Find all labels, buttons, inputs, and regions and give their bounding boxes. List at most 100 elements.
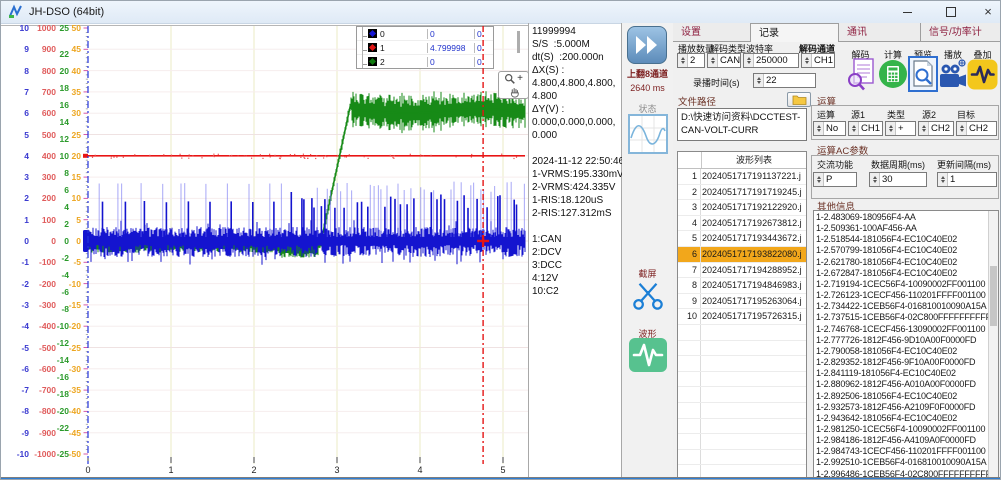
wave-row-filename: 2024051717194846983.j [701, 278, 806, 293]
tab-settings[interactable]: 设置 [673, 23, 751, 42]
status-waveform-thumbnail[interactable] [628, 114, 668, 154]
axis-tick-label: 8 [56, 168, 69, 178]
axis-tick-label: -1 [1, 257, 29, 267]
axis-tick-label: 0 [56, 236, 69, 246]
wave-list-row[interactable]: 72024051717194288952.j [678, 263, 806, 279]
play-count-spinner[interactable]: 2 [677, 53, 705, 68]
axis-tick-label: 25 [67, 130, 81, 140]
axis-tick-label: 5 [67, 215, 81, 225]
sine-thumbnail-icon [630, 116, 666, 152]
wave-list-row[interactable]: 92024051717195263064.j [678, 294, 806, 310]
wave-list-title: 波形列表 [702, 152, 806, 168]
ac-period-spinner[interactable]: 30 [869, 172, 927, 187]
wave-list-row[interactable]: 62024051717193822080.j [678, 247, 806, 263]
tab-record[interactable]: 记录 [751, 23, 839, 42]
axis-tick-label: 15 [67, 172, 81, 182]
wave-list[interactable]: 波形列表12024051717191137221.j22024051717191… [677, 151, 807, 478]
record-time-spinner[interactable]: 22 [753, 73, 816, 88]
op-header: 源2 [922, 108, 936, 121]
file-path-field[interactable]: D:\快速访问资料\DCCTEST-CAN-VOLT-CURR [677, 108, 807, 141]
wave-list-row[interactable]: 22024051717191719245.j [678, 185, 806, 201]
wave-row-filename: 2024051717194288952.j [701, 263, 806, 278]
zoom-tool[interactable]: + [504, 72, 523, 85]
waveform-icon [629, 338, 667, 372]
op-type-spinner[interactable]: + [885, 121, 916, 136]
axis-tick-label: 800 [29, 66, 56, 76]
screenshot-button[interactable] [631, 279, 665, 316]
page-up-channels-button[interactable] [627, 26, 667, 64]
wave-list-row[interactable]: 12024051717191137221.j [678, 169, 806, 185]
op-target-spinner[interactable]: CH2 [956, 121, 997, 136]
calculate-button[interactable] [878, 56, 908, 92]
info-line: 10:C2 [532, 285, 620, 298]
tab-communication[interactable]: 通讯 [839, 23, 921, 42]
axis-tick-label: 7 [1, 87, 29, 97]
spinner-arrows-icon[interactable] [919, 122, 929, 135]
axis-tick-label: 10 [56, 151, 69, 161]
play-button[interactable] [938, 56, 968, 92]
spinner-arrows-icon[interactable] [870, 173, 880, 186]
spinner-arrows-icon[interactable] [814, 122, 824, 135]
axis-tick-label: 22 [56, 49, 69, 59]
wave-list-row[interactable]: 82024051717194846983.j [678, 278, 806, 294]
wave-row-index: 7 [678, 263, 701, 278]
spinner-arrows-icon[interactable] [957, 122, 967, 135]
decode-type-spinner[interactable]: CAN [707, 53, 741, 68]
op-header: 类型 [887, 108, 905, 121]
ac-function-spinner[interactable]: P [813, 172, 857, 187]
wave-list-row[interactable]: 32024051717192122920.j [678, 200, 806, 216]
axis-tick-label: 1 [1, 215, 29, 225]
spinner-arrows-icon[interactable] [744, 54, 754, 67]
spinner-arrows-icon[interactable] [708, 54, 718, 67]
wave-list-empty-row [678, 372, 806, 388]
overlay-button[interactable] [967, 56, 998, 92]
tree-branch-icon [362, 30, 367, 37]
tab-communication-label: 通讯 [847, 27, 867, 38]
legend-scrollbar[interactable] [517, 31, 520, 53]
axis-tick-label: -700 [29, 385, 56, 395]
pan-tool[interactable] [508, 85, 520, 98]
spinner-arrows-icon[interactable] [802, 54, 812, 67]
waveform-button[interactable] [629, 338, 667, 372]
other-info-scrollbar[interactable] [988, 211, 998, 477]
wave-list-row[interactable]: 102024051717195726315.j [678, 309, 806, 325]
op-source1-spinner[interactable]: CH1 [848, 121, 883, 136]
tab-signal-power[interactable]: 信号/功率计 [921, 23, 1001, 42]
wave-row-filename: 2024051717192122920.j [701, 200, 806, 215]
spinner-arrows-icon[interactable] [678, 54, 688, 67]
other-info-line: 1-2.829352-1812F456-9F10A00F0000FD [816, 357, 988, 368]
ac-interval-spinner[interactable]: 1 [937, 172, 997, 187]
info-line: 3:DCC [532, 259, 620, 272]
minimize-button[interactable] [890, 1, 924, 23]
wave-list-empty-row [678, 387, 806, 403]
op-source2-spinner[interactable]: CH2 [918, 121, 954, 136]
wave-row-index: 2 [678, 185, 701, 200]
other-info-line: 1-2.734422-1CEB56F4-016810010090A15A [816, 301, 988, 312]
channel-legend: 00014.799998020034.7999980 [356, 26, 494, 69]
axis-tick-label: -900 [29, 428, 56, 438]
scrollbar-thumb[interactable] [990, 266, 997, 326]
op-mode-spinner[interactable]: No [813, 121, 846, 136]
op-source1-value: CH1 [859, 122, 882, 135]
other-info-list[interactable]: 1-2.483069-180956F4-AA1-2.509361-100AF45… [813, 210, 999, 478]
close-button[interactable]: × [971, 1, 1001, 23]
spinner-arrows-icon[interactable] [886, 122, 896, 135]
axis-tick-label: 25 [56, 23, 69, 33]
wave-list-row[interactable]: 42024051717192673812.j [678, 216, 806, 232]
axis-tick-label: 2 [1, 193, 29, 203]
axis-tick-label: 30 [67, 108, 81, 118]
axis-tick-label: -25 [67, 343, 81, 353]
decode-channel-spinner[interactable]: CH1 [801, 53, 835, 68]
spinner-arrows-icon[interactable] [754, 74, 764, 87]
wave-row-filename: 2024051717192673812.j [701, 216, 806, 231]
preview-button[interactable] [908, 56, 938, 92]
decode-button[interactable] [844, 56, 877, 92]
wave-list-row[interactable]: 52024051717193443672.j [678, 231, 806, 247]
wave-row-index: 5 [678, 231, 701, 246]
baud-spinner[interactable]: 250000 [743, 53, 799, 68]
spinner-arrows-icon[interactable] [938, 173, 948, 186]
maximize-button[interactable] [934, 1, 968, 23]
browse-folder-button[interactable] [787, 92, 811, 107]
spinner-arrows-icon[interactable] [849, 122, 859, 135]
spinner-arrows-icon[interactable] [814, 173, 824, 186]
